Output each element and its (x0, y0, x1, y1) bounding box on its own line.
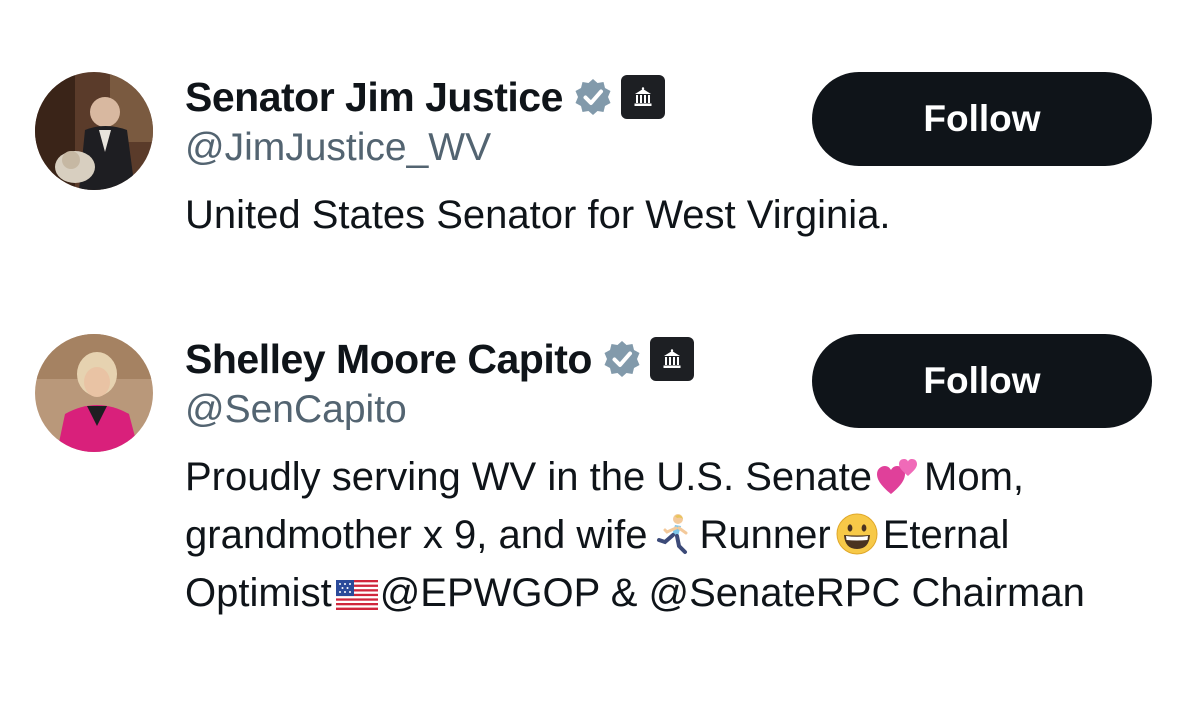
government-building-icon[interactable] (620, 75, 665, 119)
avatar[interactable] (35, 334, 153, 452)
follow-button[interactable]: Follow (812, 334, 1152, 428)
verified-checkmark-icon[interactable] (573, 77, 613, 117)
user-handle[interactable]: @SenCapito (185, 388, 407, 432)
display-name[interactable]: Shelley Moore Capito (185, 336, 592, 383)
us-flag-emoji (335, 580, 378, 610)
bio-text: @EPWGOP & @SenateRPC Chairman (379, 571, 1085, 615)
grinning-face-emoji (835, 512, 879, 556)
name-line: Shelley Moore Capito (185, 334, 694, 384)
verified-checkmark-icon[interactable] (602, 339, 642, 379)
follow-button[interactable]: Follow (812, 72, 1152, 166)
user-handle[interactable]: @JimJustice_WV (185, 126, 491, 170)
two-hearts-emoji (876, 454, 920, 498)
display-name[interactable]: Senator Jim Justice (185, 74, 563, 121)
avatar[interactable] (35, 72, 153, 190)
government-building-icon[interactable] (649, 337, 694, 381)
user-bio: United States Senator for West Virginia. (185, 193, 891, 237)
name-line: Senator Jim Justice (185, 72, 665, 122)
bio-text: Proudly serving WV in the U.S. Senate (185, 455, 872, 499)
user-bio: Proudly serving WV in the U.S. Senate Mo… (185, 448, 1155, 622)
bio-text: Runner (699, 513, 831, 557)
woman-running-emoji (651, 512, 695, 556)
